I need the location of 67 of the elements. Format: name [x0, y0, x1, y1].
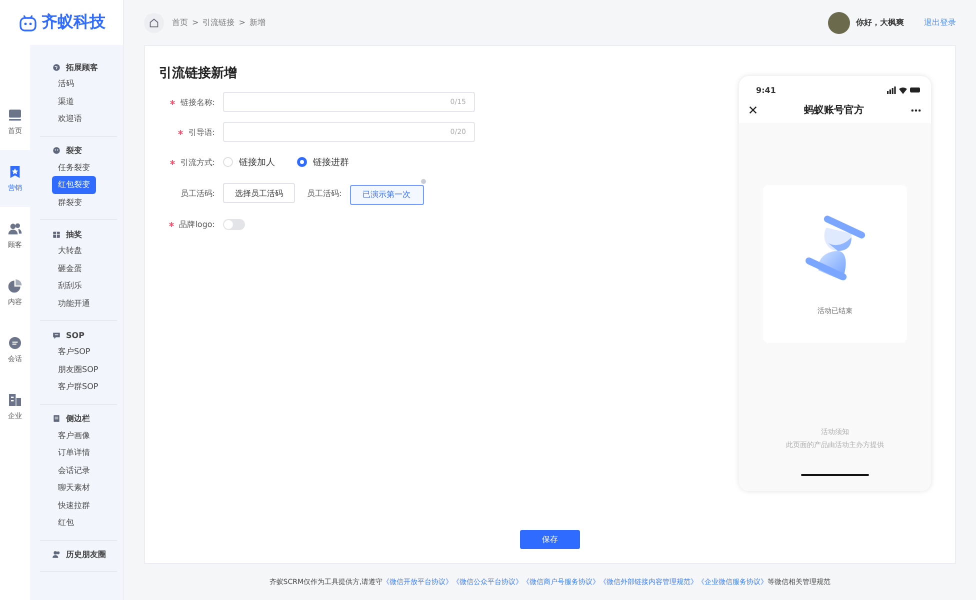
people-icon	[7, 221, 23, 237]
menu-item[interactable]: 任务裂变	[52, 158, 96, 176]
menu-item[interactable]: 会话记录	[52, 462, 96, 479]
building-icon	[7, 392, 23, 408]
menu-group-title: 侧边栏	[66, 413, 90, 424]
avatar	[828, 12, 850, 34]
brand-name: 齐蚁科技	[42, 12, 106, 33]
radio-label: 链接进群	[313, 156, 349, 168]
user-greeting: 你好，大枫爽	[856, 17, 904, 28]
menu-group-title: 抽奖	[66, 228, 82, 240]
home-indicator	[801, 474, 869, 476]
menu-group-title: SOP	[66, 330, 84, 340]
status-icons-drawing	[887, 86, 921, 94]
remove-dot-icon[interactable]	[420, 179, 426, 184]
breadcrumb-separator: >	[238, 18, 246, 27]
pie-icon	[7, 278, 23, 294]
menu-item[interactable]: 红包裂变	[52, 176, 96, 194]
field-label: 链接名称:	[180, 96, 215, 108]
field-label: 品牌logo:	[179, 219, 215, 230]
menu-item[interactable]: 大转盘	[52, 242, 88, 260]
menu-item[interactable]: 朋友圈SOP	[52, 360, 104, 378]
menu-item[interactable]: 功能开通	[52, 294, 96, 312]
home-icon	[7, 107, 23, 123]
select-staff-code-button[interactable]: 选择员工活码	[223, 183, 295, 204]
robot-logo-icon	[18, 12, 38, 32]
selected-code-chip[interactable]: 已演示第一次	[350, 184, 424, 204]
menu-item[interactable]: 欢迎语	[52, 110, 88, 128]
status-time: 9:41	[756, 86, 776, 94]
radio-option[interactable]: 链接进群	[297, 156, 349, 168]
field-label: 引导语:	[188, 126, 215, 138]
menu-item[interactable]: 群裂变	[52, 194, 88, 211]
page-title: 引流链接新增	[159, 64, 238, 82]
people-icon	[52, 550, 61, 559]
bubble-icon	[52, 330, 61, 340]
menu-item[interactable]: 聊天素材	[52, 479, 96, 496]
menu-item[interactable]: 客户群SOP	[52, 378, 104, 396]
menu-item[interactable]: 刮刮乐	[52, 277, 88, 294]
field-label: 员工活码:	[180, 188, 215, 199]
menu-group-title: 裂变	[66, 145, 82, 156]
menu-item[interactable]: 红包	[52, 514, 80, 532]
menu-item[interactable]: 砸金蛋	[52, 260, 88, 277]
doc-icon	[52, 414, 61, 423]
face-icon	[52, 146, 61, 155]
chat-icon	[7, 335, 23, 351]
toggle-switch[interactable]	[223, 219, 245, 230]
menu-item[interactable]: 订单详情	[52, 444, 96, 462]
close-icon[interactable]	[749, 106, 757, 114]
radio-label: 链接加人	[239, 156, 275, 168]
home-icon	[149, 18, 159, 28]
breadcrumb-link[interactable]: 引流链接	[202, 17, 235, 28]
more-icon[interactable]	[911, 108, 921, 112]
menu-group-title: 拓展顾客	[66, 62, 98, 72]
menu-group-title: 历史朋友圈	[66, 549, 106, 560]
menu-item[interactable]: 活码	[52, 75, 80, 92]
menu-item[interactable]: 客户SOP	[52, 343, 96, 360]
field-label: 员工活码:	[307, 188, 342, 199]
radio-button[interactable]	[297, 157, 307, 167]
breadcrumb-separator: >	[192, 18, 199, 27]
home-button[interactable]	[144, 12, 164, 32]
field-label: 引流方式:	[180, 156, 215, 168]
phone-title: 蚂蚁账号官方	[804, 103, 864, 117]
save-button[interactable]: 保存	[520, 530, 580, 549]
menu-item[interactable]: 快速拉群	[52, 496, 96, 514]
menu-item[interactable]: 客户画像	[52, 426, 96, 444]
radio-option[interactable]: 链接加人	[223, 156, 275, 168]
breadcrumb-link[interactable]: 首页	[172, 17, 188, 28]
menu-item[interactable]: 渠道	[52, 92, 80, 110]
